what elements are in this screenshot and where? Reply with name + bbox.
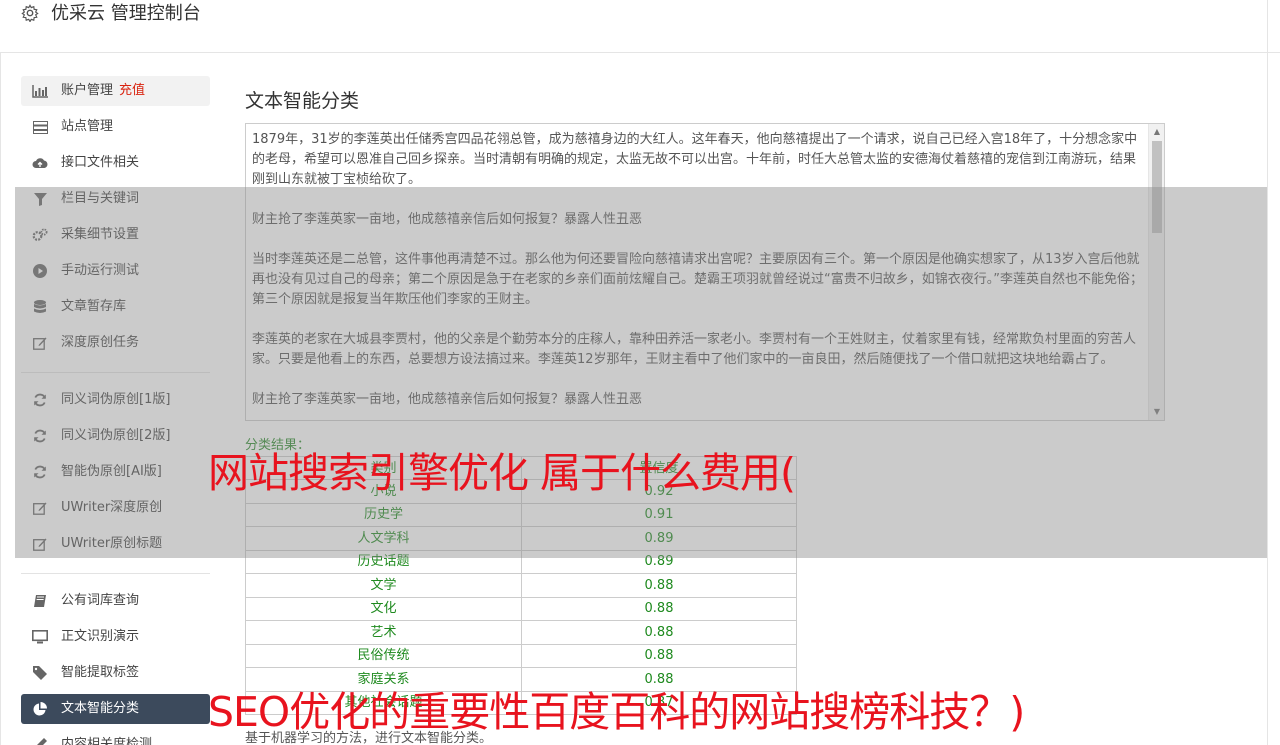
table-row: 艺术 0.88 xyxy=(245,621,797,645)
sidebar-item-label: 正文识别演示 xyxy=(61,629,140,644)
category-cell: 民俗传统 xyxy=(357,648,410,663)
sidebar-divider xyxy=(21,573,210,574)
sidebar-item-interface[interactable]: 接口文件相关 xyxy=(21,148,210,178)
sidebar-item-account[interactable]: 账户管理 充值 xyxy=(21,76,210,106)
sidebar-item-label: 站点管理 xyxy=(61,119,114,134)
category-cell: 文化 xyxy=(370,601,397,616)
confidence-cell: 0.88 xyxy=(521,574,796,597)
gray-overlay-band xyxy=(15,187,1267,558)
console-title: 优采云 管理控制台 xyxy=(51,3,201,24)
right-border xyxy=(1267,0,1268,745)
left-border xyxy=(0,53,1,745)
recharge-link[interactable]: 充值 xyxy=(119,83,145,98)
table-row: 民俗传统 0.88 xyxy=(245,644,797,668)
console-window: 优采云 管理控制台 账户管理 充值 站点管理 接口文件相关 栏目与关键词 采集细节… xyxy=(0,0,1280,745)
tag-icon xyxy=(32,666,48,680)
category-cell: 家庭关系 xyxy=(357,672,410,687)
server-icon xyxy=(32,120,48,134)
sidebar-item-label: 公有词库查询 xyxy=(61,593,140,608)
table-row: 文化 0.88 xyxy=(245,597,797,621)
confidence-cell: 0.88 xyxy=(521,644,796,667)
scroll-up-arrow-icon[interactable]: ▲ xyxy=(1149,124,1164,140)
overlay-headline: 网站搜索引擎优化 属于什么费用( xyxy=(208,449,796,497)
page-title: 文本智能分类 xyxy=(245,90,360,112)
category-cell: 文学 xyxy=(370,578,397,593)
monitor-icon xyxy=(32,630,48,644)
pie-chart-icon xyxy=(32,702,48,716)
sidebar-item-label: 账户管理 xyxy=(61,83,114,98)
overlay-headline: SEO优化的重要性百度百科的网站搜榜科技？) xyxy=(208,688,1025,736)
confidence-cell: 0.88 xyxy=(521,597,796,620)
sidebar-item-label: 接口文件相关 xyxy=(61,155,140,170)
confidence-cell: 0.88 xyxy=(521,621,796,644)
sidebar-item-extract-tags[interactable]: 智能提取标签 xyxy=(21,658,210,688)
category-cell: 艺术 xyxy=(370,625,397,640)
sidebar-item-label: 智能提取标签 xyxy=(61,665,140,680)
book-icon xyxy=(32,594,48,608)
top-header: 优采云 管理控制台 xyxy=(0,0,1280,53)
gear-icon xyxy=(21,4,39,22)
sidebar-item-public-lexicon[interactable]: 公有词库查询 xyxy=(21,586,210,616)
sidebar-item-sites[interactable]: 站点管理 xyxy=(21,112,210,142)
sidebar-item-label: 文本智能分类 xyxy=(61,701,140,716)
sidebar-item-text-recognition[interactable]: 正文识别演示 xyxy=(21,622,210,652)
cloud-upload-icon xyxy=(32,156,48,170)
sidebar-item-relevance[interactable]: 内容相关度检测 xyxy=(21,730,210,745)
sidebar-item-label: 内容相关度检测 xyxy=(61,737,153,745)
sidebar-item-text-classify[interactable]: 文本智能分类 xyxy=(21,694,210,724)
text-paragraph: 1879年，31岁的李莲英出任储秀宫四品花翎总管，成为慈禧身边的大红人。这年春天… xyxy=(252,132,1138,187)
table-row: 文学 0.88 xyxy=(245,574,797,598)
pen-icon xyxy=(32,738,48,745)
bar-chart-icon xyxy=(32,84,48,98)
